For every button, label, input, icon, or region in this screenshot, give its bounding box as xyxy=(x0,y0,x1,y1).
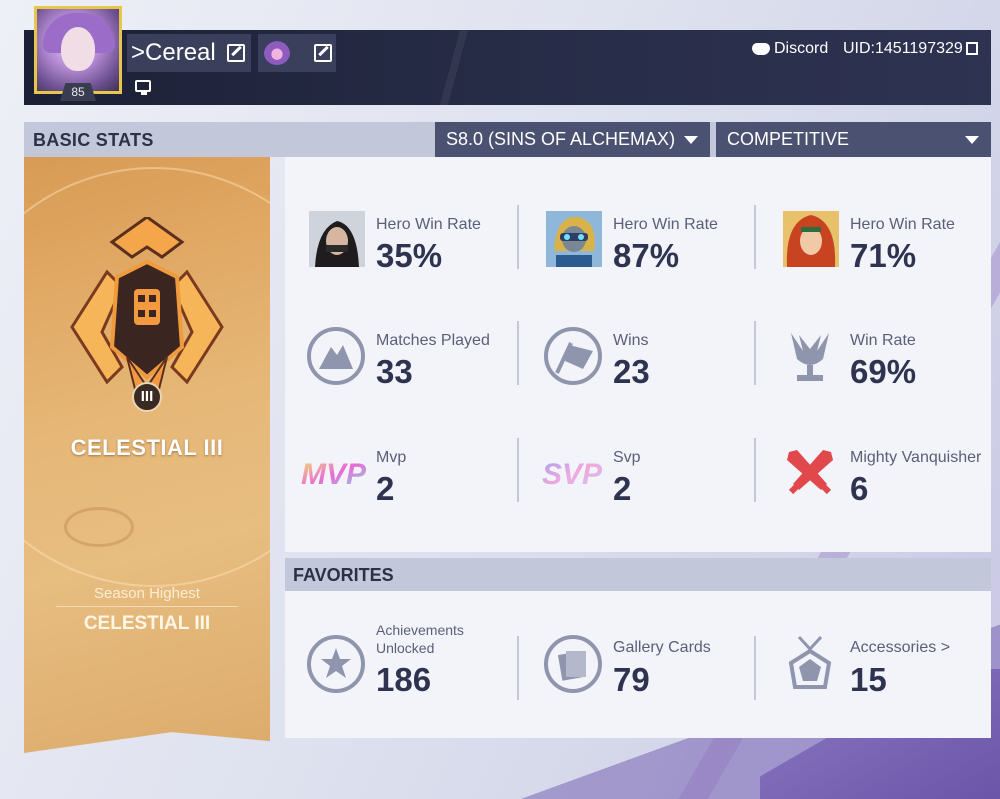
wins-icon-wrap xyxy=(544,327,602,385)
accessories-icon-wrap xyxy=(781,635,839,693)
vanquisher-icon-wrap xyxy=(781,444,839,502)
stat-value: 69% xyxy=(850,353,917,390)
stat-hero-win-rate-1[interactable]: Hero Win Rate 35% xyxy=(285,197,521,292)
discord-link[interactable]: Discord xyxy=(752,40,828,58)
stat-label: Matches Played xyxy=(376,332,490,349)
basic-stats-title: BASIC STATS xyxy=(33,130,154,150)
stat-value: 6 xyxy=(850,470,869,507)
hero-icon-wrap xyxy=(544,211,602,269)
label-line: Unlocked xyxy=(376,640,435,656)
svp-icon: SVP xyxy=(542,458,603,491)
stat-label: Hero Win Rate xyxy=(376,216,481,233)
edit-title-icon[interactable] xyxy=(314,44,332,62)
stat-label: Gallery Cards xyxy=(613,639,711,656)
favorite-achievements[interactable]: Achievements Unlocked 186 xyxy=(285,609,521,729)
stat-wins[interactable]: Wins 23 xyxy=(522,313,758,408)
stat-value: 79 xyxy=(613,661,650,698)
pendant-icon xyxy=(788,635,832,689)
edit-name-icon[interactable] xyxy=(227,44,245,62)
jean-grey-hero-icon xyxy=(783,211,839,267)
lightning-star-glyph xyxy=(321,648,351,678)
pc-platform-icon xyxy=(135,80,151,95)
rank-panel: III CELESTIAL III Season Highest CELESTI… xyxy=(24,157,270,753)
rank-division-badge: III xyxy=(132,382,162,412)
lamp-decoration xyxy=(64,507,134,547)
stat-mighty-vanquisher[interactable]: Mighty Vanquisher 6 xyxy=(759,430,995,525)
stat-label: Mvp xyxy=(376,449,407,466)
stat-value: 186 xyxy=(376,661,432,698)
crossed-swords-icon xyxy=(787,450,833,495)
chevron-down-icon xyxy=(965,136,979,144)
copy-icon[interactable] xyxy=(965,42,978,56)
hero-icon-wrap xyxy=(781,211,839,269)
mvp-icon-wrap: MVP xyxy=(299,452,375,492)
level-badge: 85 xyxy=(60,83,96,101)
stat-value: 71% xyxy=(850,237,917,274)
stat-value: 23 xyxy=(613,353,650,390)
flag-glyph xyxy=(555,342,593,374)
winter-soldier-hero-icon xyxy=(309,211,365,267)
uid-display: UID:1451197329 xyxy=(843,40,978,58)
stat-value: 2 xyxy=(613,470,632,507)
season-dropdown-value: S8.0 (SINS OF ALCHEMAX) xyxy=(446,129,676,149)
favorite-accessories[interactable]: Accessories > 15 xyxy=(759,609,995,729)
favorites-title: FAVORITES xyxy=(293,565,394,585)
win-rate-icon-wrap xyxy=(781,327,839,385)
mode-dropdown-value: COMPETITIVE xyxy=(727,129,850,149)
title-emblem-icon xyxy=(264,41,290,65)
discord-icon xyxy=(752,42,770,55)
stat-mvp[interactable]: MVP Mvp 2 xyxy=(285,430,521,525)
stat-label: Achievements Unlocked xyxy=(376,621,464,657)
stat-value: 15 xyxy=(850,661,887,698)
current-rank: CELESTIAL III xyxy=(70,435,224,460)
mountain-glyph xyxy=(319,345,353,369)
discord-label: Discord xyxy=(774,40,829,57)
player-avatar[interactable] xyxy=(34,6,122,94)
stat-label: Hero Win Rate xyxy=(850,216,955,233)
svp-icon-wrap: SVP xyxy=(540,452,610,492)
season-highest-label: Season Highest xyxy=(94,585,200,602)
stat-value: 33 xyxy=(376,353,413,390)
hero-icon-wrap xyxy=(307,211,365,269)
season-highest-rank: CELESTIAL III xyxy=(83,613,211,634)
gallery-icon-wrap xyxy=(544,635,602,693)
win-rate-trophy-icon xyxy=(791,333,829,381)
mode-dropdown[interactable]: COMPETITIVE xyxy=(716,122,991,157)
chevron-down-icon xyxy=(684,136,698,144)
basic-stats-bar: BASIC STATS S8.0 (SINS OF ALCHEMAX) COMP… xyxy=(24,122,991,157)
stat-label: Svp xyxy=(613,449,641,466)
label-line: Achievements xyxy=(376,622,464,638)
uid-text: UID:1451197329 xyxy=(843,40,963,57)
stat-label: Wins xyxy=(613,332,649,349)
stat-label: Accessories > xyxy=(850,639,951,656)
star-lord-hero-icon xyxy=(546,211,602,267)
stats-grid: Hero Win Rate 35% Hero Win Rate 87% Hero… xyxy=(285,157,991,552)
favorites-panel: Achievements Unlocked 186 Gallery Cards … xyxy=(285,591,991,738)
stat-hero-win-rate-2[interactable]: Hero Win Rate 87% xyxy=(522,197,758,292)
avatar-face xyxy=(61,27,95,71)
matches-icon-wrap xyxy=(307,327,365,385)
stat-matches-played[interactable]: Matches Played 33 xyxy=(285,313,521,408)
achievements-icon-wrap xyxy=(307,635,365,693)
stat-value: 35% xyxy=(376,237,443,274)
stat-label: Hero Win Rate xyxy=(613,216,718,233)
season-divider xyxy=(56,606,238,607)
stat-label: Win Rate xyxy=(850,332,916,349)
player-name: >Cereal xyxy=(131,39,216,66)
svg-text:MVP: MVP xyxy=(301,458,367,491)
season-dropdown[interactable]: S8.0 (SINS OF ALCHEMAX) xyxy=(435,122,710,157)
header-decoration xyxy=(424,30,484,105)
cards-glyph xyxy=(557,651,586,681)
svg-text:SVP: SVP xyxy=(542,458,603,491)
stat-hero-win-rate-3[interactable]: Hero Win Rate 71% xyxy=(759,197,995,292)
stat-value: 2 xyxy=(376,470,395,507)
stat-label: Mighty Vanquisher xyxy=(850,449,982,466)
favorites-bar: FAVORITES xyxy=(285,558,991,591)
stat-win-rate[interactable]: Win Rate 69% xyxy=(759,313,995,408)
favorite-gallery-cards[interactable]: Gallery Cards 79 xyxy=(522,609,758,729)
mvp-icon: MVP xyxy=(301,458,367,491)
stat-svp[interactable]: SVP Svp 2 xyxy=(522,430,758,525)
stat-value: 87% xyxy=(613,237,680,274)
